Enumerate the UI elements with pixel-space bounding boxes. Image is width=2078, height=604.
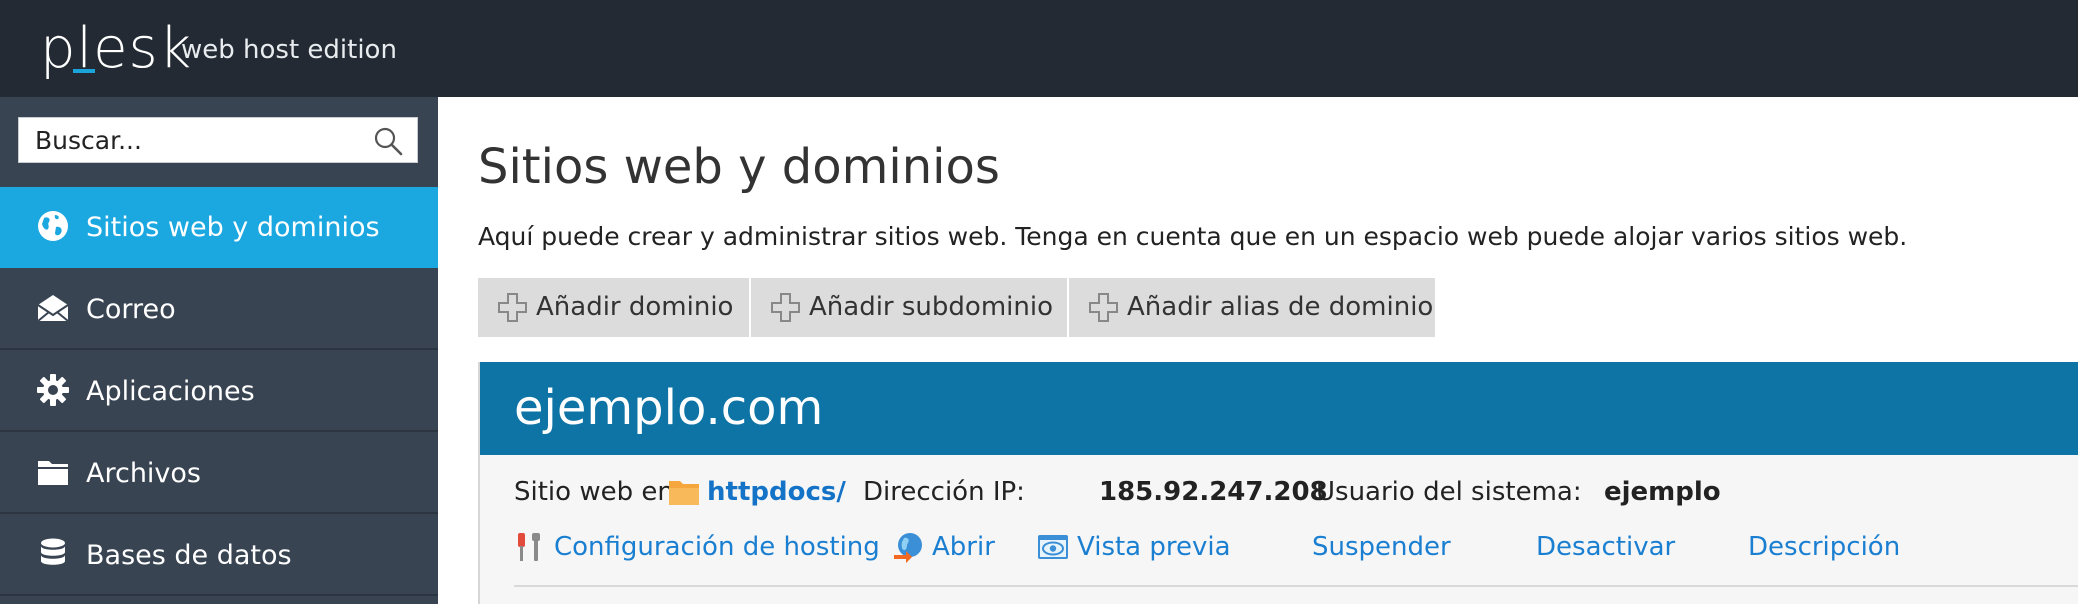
search-box: [18, 117, 418, 163]
open-link[interactable]: Abrir: [932, 527, 995, 567]
system-user-label: Usuario del sistema:: [1316, 477, 1582, 507]
folder-icon: [38, 461, 68, 485]
preview-link[interactable]: Vista previa: [1077, 527, 1231, 567]
open-globe-icon: [894, 533, 922, 563]
sidebar: Sitios web y dominios Correo Aplica: [0, 97, 438, 604]
globe-icon: [38, 211, 68, 241]
button-label: Añadir alias de dominio: [1127, 292, 1434, 322]
sidebar-item-files[interactable]: Archivos: [0, 433, 438, 514]
plus-icon: [498, 293, 527, 322]
sidebar-item-websites-domains[interactable]: Sitios web y dominios: [0, 187, 438, 268]
sidebar-item-label: Sitios web y dominios: [86, 212, 380, 243]
domain-panel: ejemplo.com Sitio web en httpdocs/ Direc…: [478, 362, 2078, 604]
sidebar-item-label: Bases de datos: [86, 540, 292, 571]
sidebar-item-databases[interactable]: Bases de datos: [0, 515, 438, 596]
domain-name[interactable]: ejemplo.com: [514, 362, 823, 455]
add-domain-alias-button[interactable]: Añadir alias de dominio: [1069, 278, 1435, 337]
suspend-link[interactable]: Suspender: [1312, 527, 1451, 567]
ip-address: 185.92.247.208: [1099, 477, 1328, 507]
sidebar-item-label: Correo: [86, 294, 176, 325]
search-input[interactable]: [19, 118, 359, 162]
plus-icon: [1089, 293, 1118, 322]
disable-link[interactable]: Desactivar: [1536, 527, 1675, 567]
gear-icon: [37, 374, 69, 406]
sidebar-item-label: Archivos: [86, 458, 202, 489]
eye-icon: [1038, 535, 1068, 559]
hosting-settings-link[interactable]: Configuración de hosting: [554, 527, 880, 567]
description-link[interactable]: Descripción: [1748, 527, 1900, 567]
docroot-link[interactable]: httpdocs/: [707, 472, 846, 512]
mail-icon: [37, 295, 69, 322]
logo-accent: [73, 69, 95, 73]
logo-edition: web host edition: [181, 35, 397, 65]
plus-icon: [771, 293, 800, 322]
page-title: Sitios web y dominios: [478, 139, 1000, 195]
domain-header: ejemplo.com: [480, 362, 2078, 455]
ip-label: Dirección IP:: [863, 477, 1025, 507]
page-description: Aquí puede crear y administrar sitios we…: [478, 222, 1908, 251]
add-subdomain-button[interactable]: Añadir subdominio: [751, 278, 1067, 337]
sidebar-item-mail[interactable]: Correo: [0, 269, 438, 350]
folder-icon: [669, 481, 699, 505]
site-prefix-label: Sitio web en: [514, 477, 674, 507]
button-label: Añadir subdominio: [809, 292, 1053, 322]
search-icon[interactable]: [373, 126, 403, 156]
system-user: ejemplo: [1604, 477, 1721, 507]
top-bar: plesk web host edition: [0, 0, 2078, 97]
add-domain-button[interactable]: Añadir dominio: [478, 278, 749, 337]
tools-icon: [518, 533, 540, 561]
sidebar-item-label: Aplicaciones: [86, 376, 255, 407]
logo-wordmark: plesk: [40, 16, 193, 81]
button-label: Añadir dominio: [536, 292, 734, 322]
sidebar-item-applications[interactable]: Aplicaciones: [0, 351, 438, 432]
database-icon: [41, 538, 65, 565]
main-content: Sitios web y dominios Aquí puede crear y…: [438, 97, 2078, 604]
divider: [514, 585, 2078, 587]
